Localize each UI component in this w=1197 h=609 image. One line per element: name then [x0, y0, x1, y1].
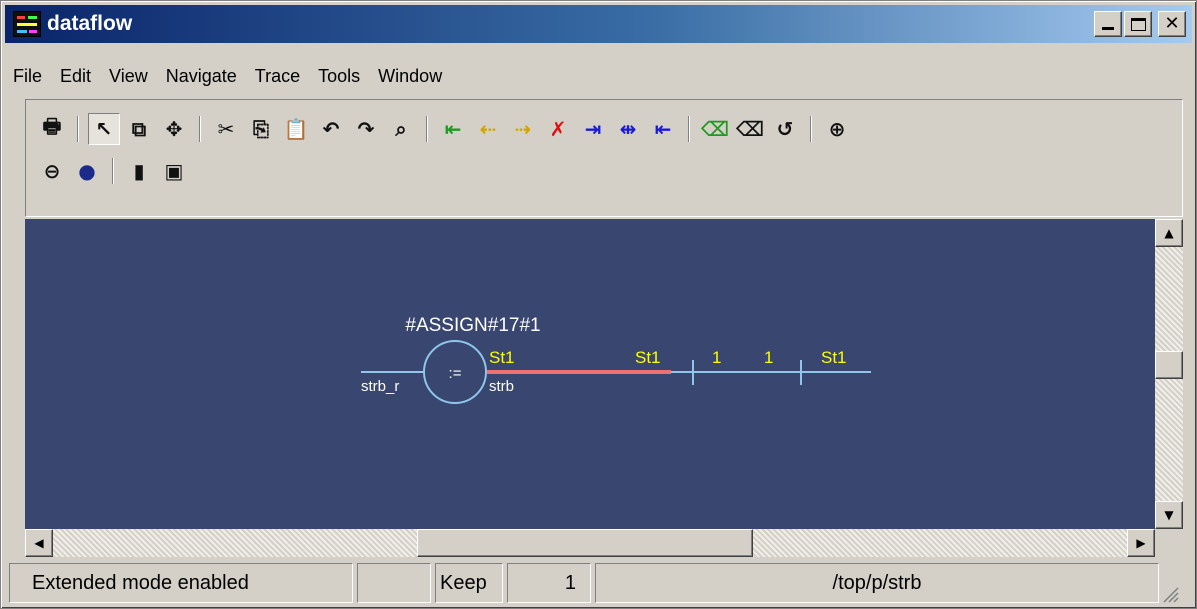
dataflow-app-icon[interactable]: [13, 11, 41, 37]
output-port-value: St1: [489, 348, 515, 367]
menu-bar: File Edit View Navigate Trace Tools Wind…: [5, 63, 451, 89]
arrow-down-icon: ▼: [1164, 508, 1174, 522]
vertical-scroll-thumb[interactable]: [1155, 351, 1183, 379]
undo-icon[interactable]: ↶: [315, 113, 347, 145]
toolbar-separator: [77, 116, 79, 142]
horizontal-scroll-thumb[interactable]: [417, 529, 753, 557]
minimize-button[interactable]: [1094, 11, 1122, 37]
status-empty-field: [357, 563, 431, 603]
status-keep-count: 1: [507, 563, 591, 603]
toolbar-separator: [426, 116, 428, 142]
toolbar-separator: [810, 116, 812, 142]
expand-both-icon[interactable]: ⇹: [612, 113, 644, 145]
status-keep-label: Keep: [435, 563, 503, 603]
close-button[interactable]: ✕: [1158, 11, 1186, 37]
toolbar: 🖶 ↖ ⧉ ✥ ✂ ⎘ 📋 ↶ ↷ ⌕ ⇤ ⇠ ⇢ ✗ ⇥ ⇹ ⇤ ⌫ ⌫ ↺ ⊕ ⊖ ● ▮ ▣: [25, 99, 1183, 217]
paste-icon[interactable]: 📋: [280, 113, 312, 145]
status-bar: Extended mode enabled Keep 1 /top/p/strb: [9, 563, 1179, 603]
dataflow-diagram: := #ASSIGN#17#1 strb_r strb St1 St1 1 1 …: [361, 315, 871, 404]
toolbar-row-1: 🖶 ↖ ⧉ ✥ ✂ ⎘ 📋 ↶ ↷ ⌕ ⇤ ⇠ ⇢ ✗ ⇥ ⇹ ⇤ ⌫ ⌫ ↺ ⊕: [36, 112, 856, 146]
signal-value-4: St1: [821, 348, 847, 367]
signal-value-3: 1: [764, 348, 773, 367]
horizontal-scrollbar[interactable]: ◀ ▶: [25, 529, 1155, 557]
toolbar-separator: [112, 158, 114, 184]
zoom-area-icon[interactable]: ⧉: [123, 113, 155, 145]
wave-window-icon[interactable]: ▣: [158, 155, 190, 187]
redo-icon[interactable]: ↷: [350, 113, 382, 145]
scroll-right-button[interactable]: ▶: [1127, 529, 1155, 557]
status-path: /top/p/strb: [595, 563, 1159, 603]
vertical-scrollbar[interactable]: ▲ ▼: [1155, 219, 1183, 529]
zoom-out-icon[interactable]: ⊖: [36, 155, 68, 187]
print-icon[interactable]: 🖶: [36, 113, 68, 145]
scroll-down-button[interactable]: ▼: [1155, 501, 1183, 529]
zoom-full-icon[interactable]: ●: [71, 155, 103, 187]
menu-window[interactable]: Window: [369, 63, 451, 89]
zoom-in-icon[interactable]: ⊕: [821, 113, 853, 145]
toolbar-row-2: ⊖ ● ▮ ▣: [36, 154, 193, 188]
maximize-button[interactable]: [1124, 11, 1152, 37]
arrow-up-icon: ▲: [1164, 226, 1174, 240]
status-mode: Extended mode enabled: [9, 563, 353, 603]
scroll-corner: [1155, 529, 1183, 557]
find-binoculars-icon[interactable]: ⌕: [385, 113, 417, 145]
regenerate-icon[interactable]: ↺: [769, 113, 801, 145]
trace-input-icon[interactable]: ⇤: [437, 113, 469, 145]
signal-value-1: St1: [635, 348, 661, 367]
window-title: dataflow: [47, 12, 133, 35]
menu-view[interactable]: View: [100, 63, 157, 89]
maximize-icon: [1130, 17, 1146, 31]
arrow-right-icon: ▶: [1136, 536, 1146, 550]
cut-icon[interactable]: ✂: [210, 113, 242, 145]
process-instance-label: #ASSIGN#17#1: [405, 315, 540, 336]
erase-icon[interactable]: ⌫: [734, 113, 766, 145]
copy-icon[interactable]: ⎘: [245, 113, 277, 145]
expand-in-icon[interactable]: ⇥: [577, 113, 609, 145]
scroll-up-button[interactable]: ▲: [1155, 219, 1183, 247]
output-port-label: strb: [489, 378, 514, 395]
trace-back-icon[interactable]: ⇠: [472, 113, 504, 145]
erase-green-icon[interactable]: ⌫: [699, 113, 731, 145]
resize-grip-icon[interactable]: [1161, 585, 1179, 603]
dataflow-window: dataflow ✕ File Edit View Navigate Trace…: [0, 0, 1197, 609]
signal-value-2: 1: [712, 348, 721, 367]
select-pointer-icon[interactable]: ↖: [88, 113, 120, 145]
minimize-icon: [1102, 27, 1114, 30]
scroll-left-button[interactable]: ◀: [25, 529, 53, 557]
title-bar[interactable]: dataflow ✕: [5, 5, 1192, 43]
menu-edit[interactable]: Edit: [51, 63, 100, 89]
arrow-left-icon: ◀: [34, 536, 44, 550]
dataflow-canvas[interactable]: := #ASSIGN#17#1 strb_r strb St1 St1 1 1 …: [25, 219, 1155, 529]
toolbar-separator: [688, 116, 690, 142]
process-operator: :=: [449, 365, 462, 382]
pan-move-icon[interactable]: ✥: [158, 113, 190, 145]
trace-forward-icon[interactable]: ⇢: [507, 113, 539, 145]
input-port-label: strb_r: [361, 378, 399, 395]
expand-out-icon[interactable]: ⇤: [647, 113, 679, 145]
toolbar-separator: [199, 116, 201, 142]
trace-x-icon[interactable]: ✗: [542, 113, 574, 145]
menu-tools[interactable]: Tools: [309, 63, 369, 89]
menu-file[interactable]: File: [5, 63, 51, 89]
traffic-light-icon[interactable]: ▮: [123, 155, 155, 187]
menu-trace[interactable]: Trace: [246, 63, 309, 89]
menu-navigate[interactable]: Navigate: [157, 63, 246, 89]
close-icon: ✕: [1164, 13, 1180, 34]
